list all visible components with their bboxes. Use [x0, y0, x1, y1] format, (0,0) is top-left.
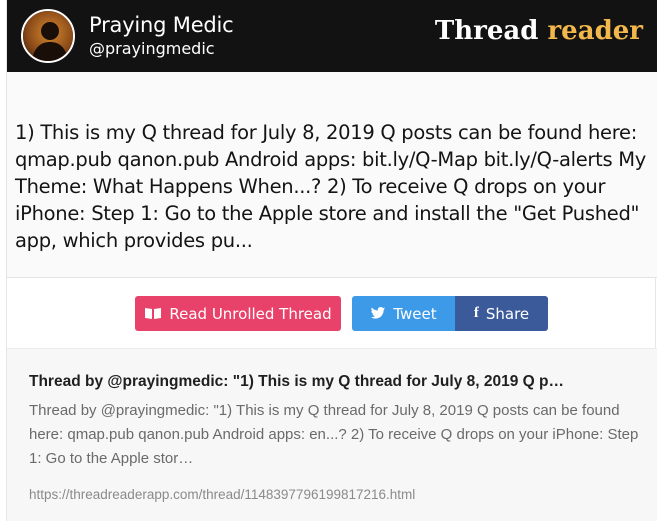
read-unrolled-thread-label: Read Unrolled Thread [169, 304, 332, 323]
twitter-bird-icon [370, 307, 386, 320]
book-icon [144, 307, 162, 320]
thread-quote: 1) This is my Q thread for July 8, 2019 … [7, 72, 657, 278]
card-header: Praying Medic @prayingmedic Thread reade… [7, 0, 657, 72]
share-label: Share [485, 304, 530, 323]
facebook-share-button[interactable]: f Share [455, 296, 548, 331]
facebook-icon: f [473, 305, 479, 321]
read-unrolled-thread-button[interactable]: Read Unrolled Thread [135, 296, 341, 331]
tweet-button[interactable]: Tweet [352, 296, 455, 331]
tweet-label: Tweet [393, 304, 437, 323]
action-buttons: Read Unrolled Thread Tweet f Share [7, 278, 657, 348]
brand-word-reader: reader [547, 16, 643, 46]
author-avatar[interactable] [21, 9, 75, 63]
author-handle[interactable]: @prayingmedic [89, 39, 215, 58]
link-preview-description: Thread by @prayingmedic: "1) This is my … [29, 402, 639, 467]
thread-card: Praying Medic @prayingmedic Thread reade… [6, 0, 657, 521]
link-preview-title[interactable]: Thread by @prayingmedic: "1) This is my … [29, 373, 649, 391]
user-avatar-icon [23, 11, 73, 61]
thread-quote-text: 1) This is my Q thread for July 8, 2019 … [15, 121, 647, 252]
brand-word-thread: Thread [434, 16, 539, 46]
link-preview[interactable]: Thread by @prayingmedic: "1) This is my … [7, 348, 657, 521]
link-preview-url[interactable]: https://threadreaderapp.com/thread/11483… [29, 487, 415, 502]
author-name[interactable]: Praying Medic [89, 13, 234, 37]
threadreader-logo[interactable]: Thread reader [435, 16, 643, 46]
